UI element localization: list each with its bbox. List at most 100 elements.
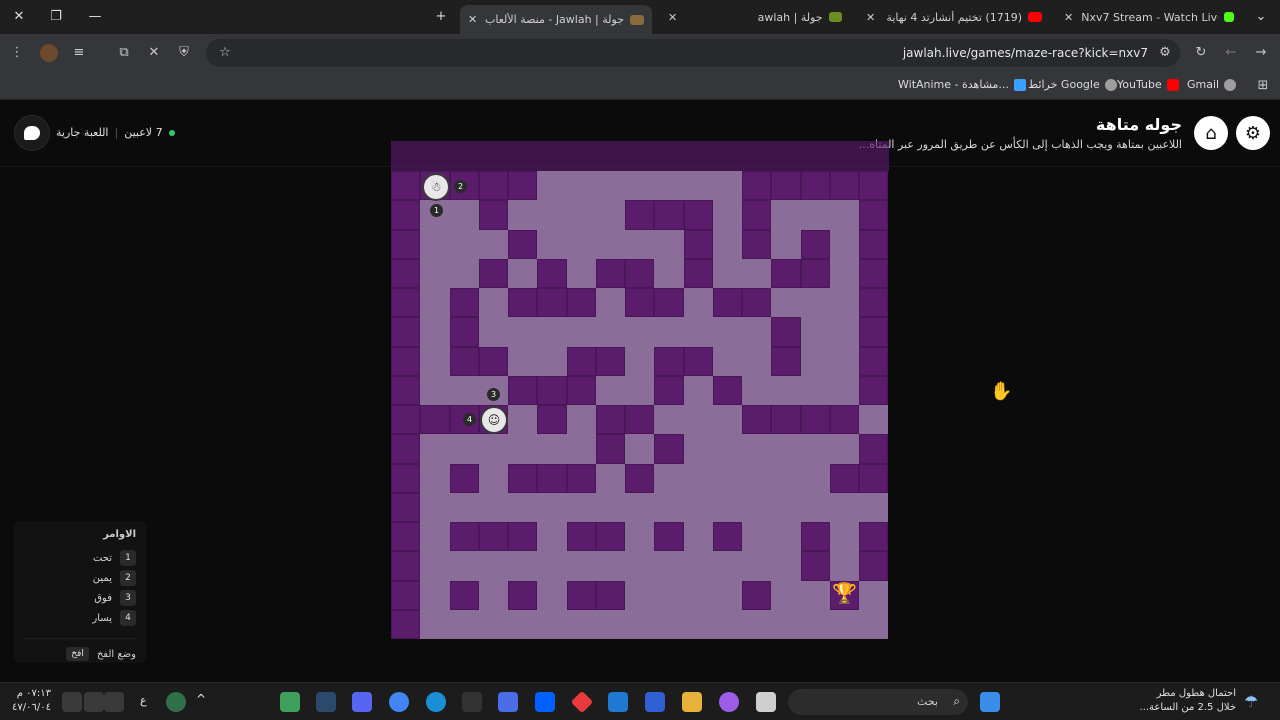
maze-path [712, 171, 742, 201]
network-icon[interactable] [104, 692, 124, 712]
maze-wall [537, 405, 567, 435]
close-window-icon[interactable]: ✕ [10, 8, 28, 26]
maze-wall [508, 171, 538, 201]
extensions-icon[interactable]: ⧉ [115, 44, 133, 62]
back-icon[interactable]: → [1252, 44, 1270, 62]
maze-path [654, 492, 684, 522]
maze-wall [391, 580, 421, 610]
bookmark-gmail[interactable]: Gmail [1187, 78, 1237, 91]
maze-wall [537, 258, 567, 288]
microphone-icon[interactable] [166, 692, 186, 712]
steam-icon[interactable] [316, 692, 336, 712]
maze-wall [537, 463, 567, 493]
all-bookmarks-icon[interactable]: ⊞ [1254, 77, 1272, 95]
chrome-icon[interactable] [389, 692, 409, 712]
address-bar[interactable]: ☆ jawlah.live/games/maze-race?kick=nxv7 … [206, 39, 1180, 67]
store-icon[interactable] [645, 692, 665, 712]
site-settings-icon[interactable]: ⚙ [1156, 44, 1174, 62]
menu-icon[interactable]: ⋮ [8, 44, 26, 62]
maze-wall [537, 375, 567, 405]
battery-icon[interactable] [62, 692, 82, 712]
maze-wall [508, 288, 538, 318]
bookmark-label: YouTube [1117, 78, 1162, 91]
epic-games-icon[interactable] [462, 692, 482, 712]
weather-widget[interactable]: احتمال هطول مطر خلال 2.5 من الساعة... [1140, 687, 1236, 715]
bookmark-google-maps[interactable]: خرائط Google [1028, 78, 1117, 91]
maze-wall [829, 463, 859, 493]
maze-wall [508, 229, 538, 259]
maze-path [508, 609, 538, 639]
maze-path [829, 288, 859, 318]
maze-path [683, 609, 713, 639]
bookmark-youtube[interactable]: YouTube [1117, 78, 1179, 91]
bookmark-witanime[interactable]: WitAnime - مشاهدة... [898, 78, 1026, 91]
maze-path [478, 229, 508, 259]
maze-path [712, 434, 742, 464]
close-tab-icon[interactable]: ✕ [468, 13, 477, 26]
extension-x-icon[interactable]: ✕ [145, 44, 163, 62]
tab-kick[interactable]: ✕ Nxv7 Stream - Watch Live on K [1056, 5, 1242, 29]
maze-path [537, 200, 567, 230]
file-explorer-icon[interactable] [682, 692, 702, 712]
home-button[interactable]: ⌂ [1194, 116, 1228, 150]
maze-path [478, 580, 508, 610]
maze-path [449, 434, 479, 464]
maze-path [508, 258, 538, 288]
minimize-window-icon[interactable]: — [86, 8, 104, 26]
maze-wall [391, 492, 421, 522]
app-icon-blue[interactable] [498, 692, 518, 712]
discord-icon[interactable] [352, 692, 372, 712]
tab-jawlah[interactable]: ✕ جولة | Jawlah [660, 5, 850, 29]
maze-wall [449, 317, 479, 347]
maze-path [859, 492, 889, 522]
maze-path [771, 580, 801, 610]
volume-icon[interactable] [84, 692, 104, 712]
taskbar-search[interactable]: ⌕ بحث [788, 689, 968, 715]
close-tab-icon[interactable]: ✕ [668, 11, 677, 24]
app-icon-red[interactable] [570, 690, 594, 714]
maze-wall [478, 346, 508, 376]
url-text[interactable]: jawlah.live/games/maze-race?kick=nxv7 [903, 46, 1148, 60]
chevron-up-icon[interactable]: ^ [196, 692, 206, 706]
edge-icon[interactable] [426, 692, 446, 712]
maze-path [449, 258, 479, 288]
maze-path [537, 317, 567, 347]
maze-path [712, 463, 742, 493]
maze-wall [859, 200, 889, 230]
clock[interactable]: ٠٧:١٣ م ٤٧/٠٦/٠٤ [12, 687, 51, 715]
tab-jawlah-active[interactable]: ✕ جولة | Jawlah - منصة الألعاب ال [460, 5, 652, 34]
tab-search-icon[interactable]: ⌄ [1252, 8, 1270, 26]
settings-button[interactable]: ⚙ [1236, 116, 1270, 150]
maze-path [712, 229, 742, 259]
maze-wall [654, 434, 684, 464]
new-tab-button[interactable]: + [432, 8, 450, 26]
forward-icon[interactable]: ← [1222, 44, 1240, 62]
tab-youtube[interactable]: ✕ (1719) تختيم أنشارتد 4 نهاية لص [858, 5, 1050, 29]
windows-start-icon[interactable] [980, 692, 1000, 712]
shield-icon[interactable]: ⛨ [175, 44, 193, 62]
maze-wall [449, 522, 479, 552]
profile-avatar[interactable] [40, 44, 58, 62]
player-avatar: ☃ [424, 175, 448, 199]
dropbox-icon[interactable] [535, 692, 555, 712]
maze-path [508, 405, 538, 435]
reload-icon[interactable]: ↻ [1192, 44, 1210, 62]
copilot-icon[interactable] [719, 692, 739, 712]
media-control-icon[interactable]: ≡ [70, 44, 88, 62]
app-icon-white[interactable] [756, 692, 776, 712]
bookmark-star-icon[interactable]: ☆ [216, 44, 234, 62]
close-tab-icon[interactable]: ✕ [1064, 11, 1073, 24]
maze-path [566, 492, 596, 522]
chat-button[interactable] [14, 115, 50, 151]
app-icon-green[interactable] [280, 692, 300, 712]
close-tab-icon[interactable]: ✕ [866, 11, 875, 24]
maze-path [449, 492, 479, 522]
maze-wall [712, 375, 742, 405]
mail-icon[interactable] [608, 692, 628, 712]
restore-window-icon[interactable]: ❐ [47, 8, 65, 26]
maze-wall [742, 200, 772, 230]
maze-wall [625, 405, 655, 435]
maze-wall [800, 229, 830, 259]
maze-wall [859, 288, 889, 318]
language-indicator[interactable]: ع [140, 694, 147, 707]
